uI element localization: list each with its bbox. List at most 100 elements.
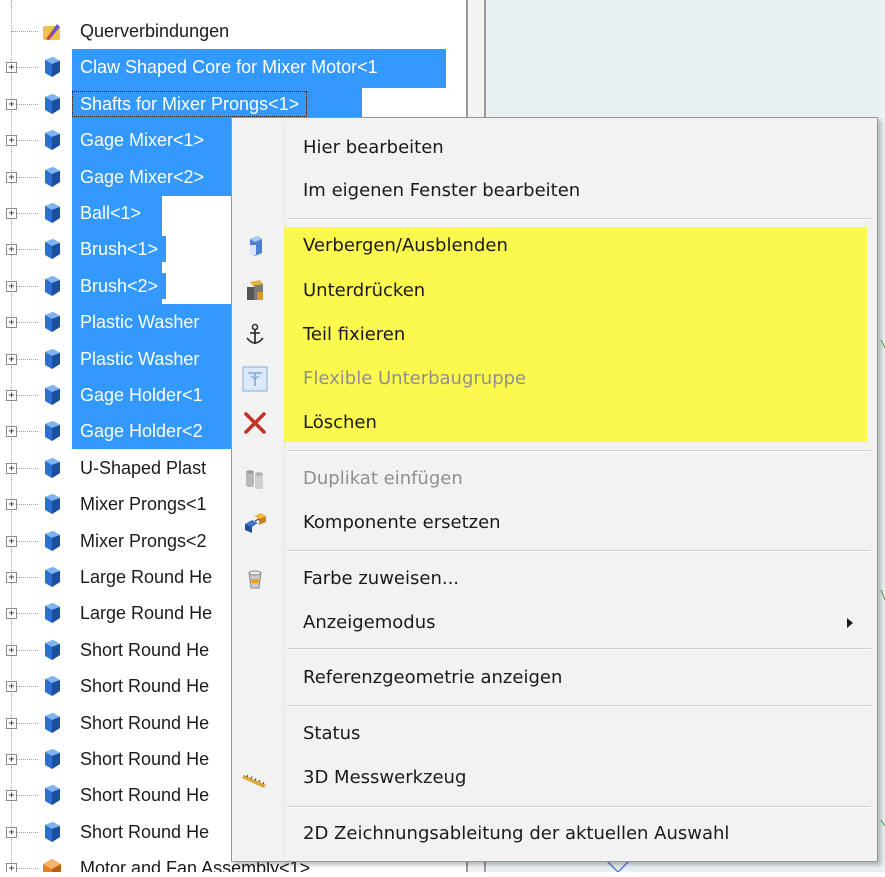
tree-item-label: Plastic Washer [72,309,208,335]
tree-item-label: Large Round He [80,567,213,587]
part-icon [40,92,64,116]
part-icon [40,783,64,807]
menu-item-status[interactable]: Status [234,713,875,755]
tree-item[interactable]: + Claw Shaped Core for Mixer Motor<1 [0,49,466,85]
tree-item-label: Mixer Prongs<2 [80,531,207,551]
menu-separator [287,705,871,707]
expand-toggle-icon[interactable]: + [6,317,17,328]
menu-item-label: Status [303,723,361,744]
expand-toggle-icon[interactable]: + [6,536,17,547]
tree-item-label: Claw Shaped Core for Mixer Motor<1 [72,54,386,80]
expand-toggle-icon[interactable]: + [6,135,17,146]
expand-toggle-icon[interactable]: + [6,645,17,656]
menu-item-unterdrücken[interactable]: Unterdrücken [234,270,875,312]
tree-item-label: Short Round He [80,822,210,842]
menu-item-label: Anzeigemodus [303,612,436,633]
submenu-arrow-icon [847,618,853,628]
menu-item-farbe-zuweisen[interactable]: Farbe zuweisen... [234,558,875,600]
menu-item-duplikat-einfügen[interactable]: Duplikat einfügen [234,458,875,500]
part-icon [40,747,64,771]
part-icon [40,383,64,407]
tree-item-label: Ball<1> [72,200,150,226]
part-icon [40,274,64,298]
part-icon [40,347,64,371]
menu-item-2d-zeichnungsableitung-der-aktuellen-auswahl[interactable]: 2D Zeichnungsableitung der aktuellen Aus… [234,813,875,855]
tree-item-label: Mixer Prongs<1 [80,494,207,514]
menu-item-anzeigemodus[interactable]: Anzeigemodus [234,602,875,644]
expand-toggle-icon[interactable]: + [6,754,17,765]
tree-item-label: Gage Mixer<2> [72,164,213,190]
expand-toggle-icon[interactable]: + [6,354,17,365]
expand-toggle-icon[interactable]: + [6,827,17,838]
menu-item-löschen[interactable]: Löschen [234,402,875,444]
duplicate-icon [242,466,268,492]
tree-item-label: Brush<1> [72,236,167,262]
menu-separator [287,218,871,220]
suppress-icon [242,278,268,304]
expand-toggle-icon[interactable]: + [6,208,17,219]
menu-item-hier-bearbeiten[interactable]: Hier bearbeiten [234,127,875,169]
menu-item-verbergen-ausblenden[interactable]: Verbergen/Ausblenden [234,225,875,267]
expand-toggle-icon[interactable]: + [6,172,17,183]
part-icon [40,419,64,443]
menu-separator [287,648,871,650]
tree-item-label: Gage Holder<1 [72,382,211,408]
expand-toggle-icon[interactable]: + [6,499,17,510]
tree-item-label: Plastic Washer [72,346,208,372]
expand-toggle-icon[interactable]: + [6,281,17,292]
menu-item-flexible-unterbaugruppe[interactable]: Flexible Unterbaugruppe [234,358,875,400]
part-icon [40,55,64,79]
menu-item-label: 3D Messwerkzeug [303,767,467,788]
menu-item-teil-fixieren[interactable]: Teil fixieren [234,314,875,356]
part-icon [40,128,64,152]
expand-toggle-icon[interactable]: + [6,62,17,73]
paint-bucket-icon [242,566,268,592]
expand-toggle-icon[interactable]: + [6,426,17,437]
tree-item-label: Short Round He [80,749,210,769]
tree-item-label: Short Round He [80,676,210,696]
expand-toggle-icon[interactable]: + [6,572,17,583]
tree-item-label: Gage Mixer<1> [72,127,213,153]
expand-toggle-icon[interactable]: + [6,390,17,401]
part-icon [40,165,64,189]
menu-item-3d-messwerkzeug[interactable]: 3D Messwerkzeug [234,757,875,799]
part-icon [40,565,64,589]
part-icon [40,310,64,334]
expand-toggle-icon[interactable]: + [6,244,17,255]
part-icon [40,237,64,261]
delete-x-icon [242,410,268,436]
menu-item-komponente-ersetzen[interactable]: Komponente ersetzen [234,502,875,544]
menu-item-label: Komponente ersetzen [303,512,501,533]
part-icon [40,711,64,735]
tree-item-label: Brush<2> [72,273,167,299]
menu-item-label: Hier bearbeiten [303,137,444,158]
menu-item-label: Verbergen/Ausblenden [303,235,508,256]
menu-item-label: Löschen [303,412,377,433]
menu-item-label: Teil fixieren [303,324,406,345]
menu-item-referenzgeometrie-anzeigen[interactable]: Referenzgeometrie anzeigen [234,657,875,699]
expand-toggle-icon[interactable]: + [6,863,17,872]
assembly-icon [40,856,64,872]
expand-toggle-icon[interactable]: + [6,463,17,474]
menu-item-label: Referenzgeometrie anzeigen [303,667,563,688]
expand-toggle-icon[interactable]: + [6,99,17,110]
hide-component-icon [242,233,268,259]
menu-item-im-eigenen-fenster-bearbeiten[interactable]: Im eigenen Fenster bearbeiten [234,170,875,212]
tree-item-label: Short Round He [80,785,210,805]
tree-item-label: Large Round He [80,603,213,623]
folder-connections-icon [40,19,64,43]
tree-item-label: Shafts for Mixer Prongs<1> [72,91,308,117]
expand-toggle-icon[interactable]: + [6,681,17,692]
part-icon [40,674,64,698]
expand-toggle-icon[interactable]: + [6,718,17,729]
menu-separator [287,806,871,808]
tree-item-label: Short Round He [80,713,210,733]
menu-item-label: Im eigenen Fenster bearbeiten [303,180,581,201]
expand-toggle-icon[interactable]: + [6,790,17,801]
expand-toggle-icon[interactable]: + [6,608,17,619]
tree-item[interactable]: Querverbindungen [0,13,466,49]
part-icon [40,820,64,844]
measure-tape-icon [242,765,268,791]
menu-item-label: Farbe zuweisen... [303,568,460,589]
replace-component-icon [242,510,268,536]
